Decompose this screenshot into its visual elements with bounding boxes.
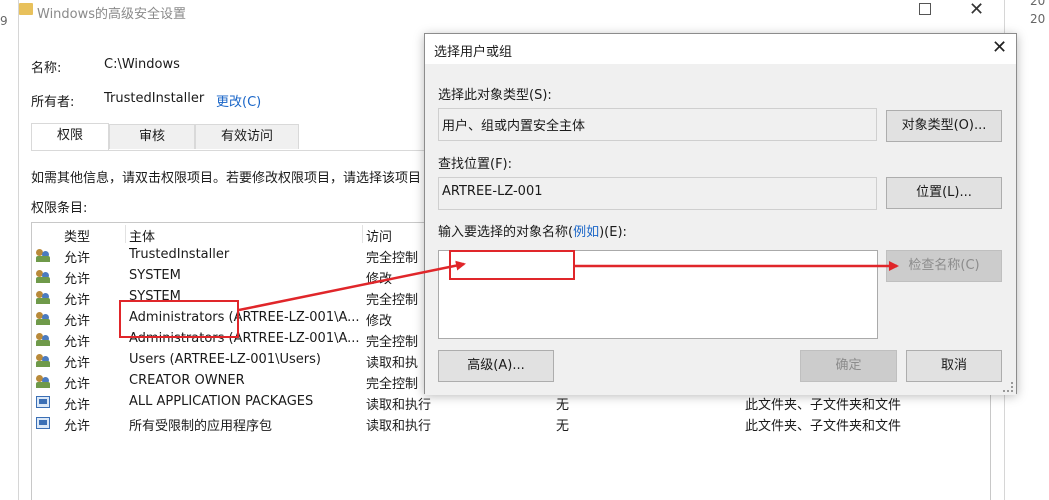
annotation-arrows: [238, 260, 899, 312]
annotation-arrow-to-input: [238, 260, 466, 312]
